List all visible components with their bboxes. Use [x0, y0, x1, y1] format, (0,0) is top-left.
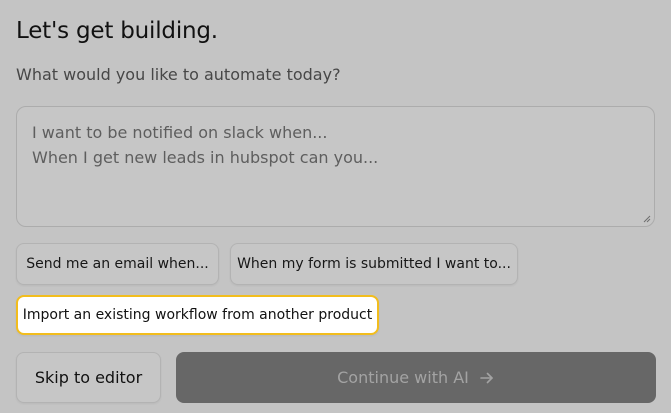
arrow-right-icon [480, 372, 493, 383]
suggestion-chip-email[interactable]: Send me an email when... [16, 243, 219, 285]
page-subtitle: What would you like to automate today? [16, 65, 341, 84]
suggestion-chip-import-workflow[interactable]: Import an existing workflow from another… [16, 295, 379, 335]
prompt-placeholder-line: I want to be notified on slack when... [32, 123, 328, 142]
resize-handle-icon[interactable] [643, 215, 651, 223]
suggestion-chip-form-submitted[interactable]: When my form is submitted I want to... [230, 243, 518, 285]
skip-to-editor-button[interactable]: Skip to editor [16, 352, 161, 403]
page-title: Let's get building. [16, 18, 218, 44]
prompt-placeholder-line: When I get new leads in hubspot can you.… [32, 148, 379, 167]
continue-with-ai-button[interactable]: Continue with AI [176, 352, 656, 403]
continue-with-ai-label: Continue with AI [337, 368, 469, 387]
automation-prompt-input[interactable]: I want to be notified on slack when... W… [16, 106, 655, 227]
